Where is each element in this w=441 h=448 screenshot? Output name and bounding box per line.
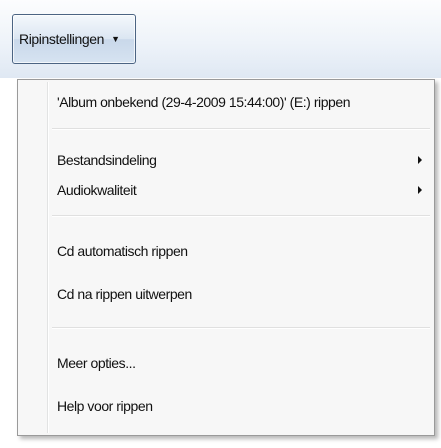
- rip-settings-menu: 'Album onbekend (29-4-2009 15:44:00)' (E…: [17, 79, 435, 436]
- menu-item-label: Bestandsindeling: [57, 152, 157, 168]
- menu-item-label: 'Album onbekend (29-4-2009 15:44:00)' (E…: [57, 94, 351, 110]
- chevron-down-icon: ▼: [111, 34, 120, 44]
- menu-item-label: Cd na rippen uitwerpen: [57, 286, 192, 302]
- menu-item-label: Cd automatisch rippen: [57, 243, 188, 259]
- menu-item-label: Meer opties...: [57, 355, 136, 371]
- menu-item-label: Audiokwaliteit: [57, 182, 137, 198]
- menu-item-file-format[interactable]: Bestandsindeling: [20, 146, 432, 174]
- menu-item-label: Help voor rippen: [57, 398, 153, 414]
- submenu-arrow-icon: [418, 156, 422, 164]
- menu-item-audio-quality[interactable]: Audiokwaliteit: [20, 176, 432, 204]
- submenu-arrow-icon: [418, 186, 422, 194]
- menu-item-rip-album[interactable]: 'Album onbekend (29-4-2009 15:44:00)' (E…: [20, 88, 432, 116]
- menu-item-more-options[interactable]: Meer opties...: [20, 349, 432, 377]
- rip-settings-label: Ripinstellingen: [19, 31, 105, 47]
- menu-separator: [52, 215, 430, 217]
- menu-separator: [52, 327, 430, 329]
- toolbar: Ripinstellingen ▼: [0, 0, 441, 78]
- menu-item-auto-rip[interactable]: Cd automatisch rippen: [20, 237, 432, 265]
- rip-settings-button[interactable]: Ripinstellingen ▼: [12, 14, 136, 64]
- menu-item-eject-after-rip[interactable]: Cd na rippen uitwerpen: [20, 280, 432, 308]
- menu-separator: [52, 128, 430, 130]
- menu-item-rip-help[interactable]: Help voor rippen: [20, 392, 432, 420]
